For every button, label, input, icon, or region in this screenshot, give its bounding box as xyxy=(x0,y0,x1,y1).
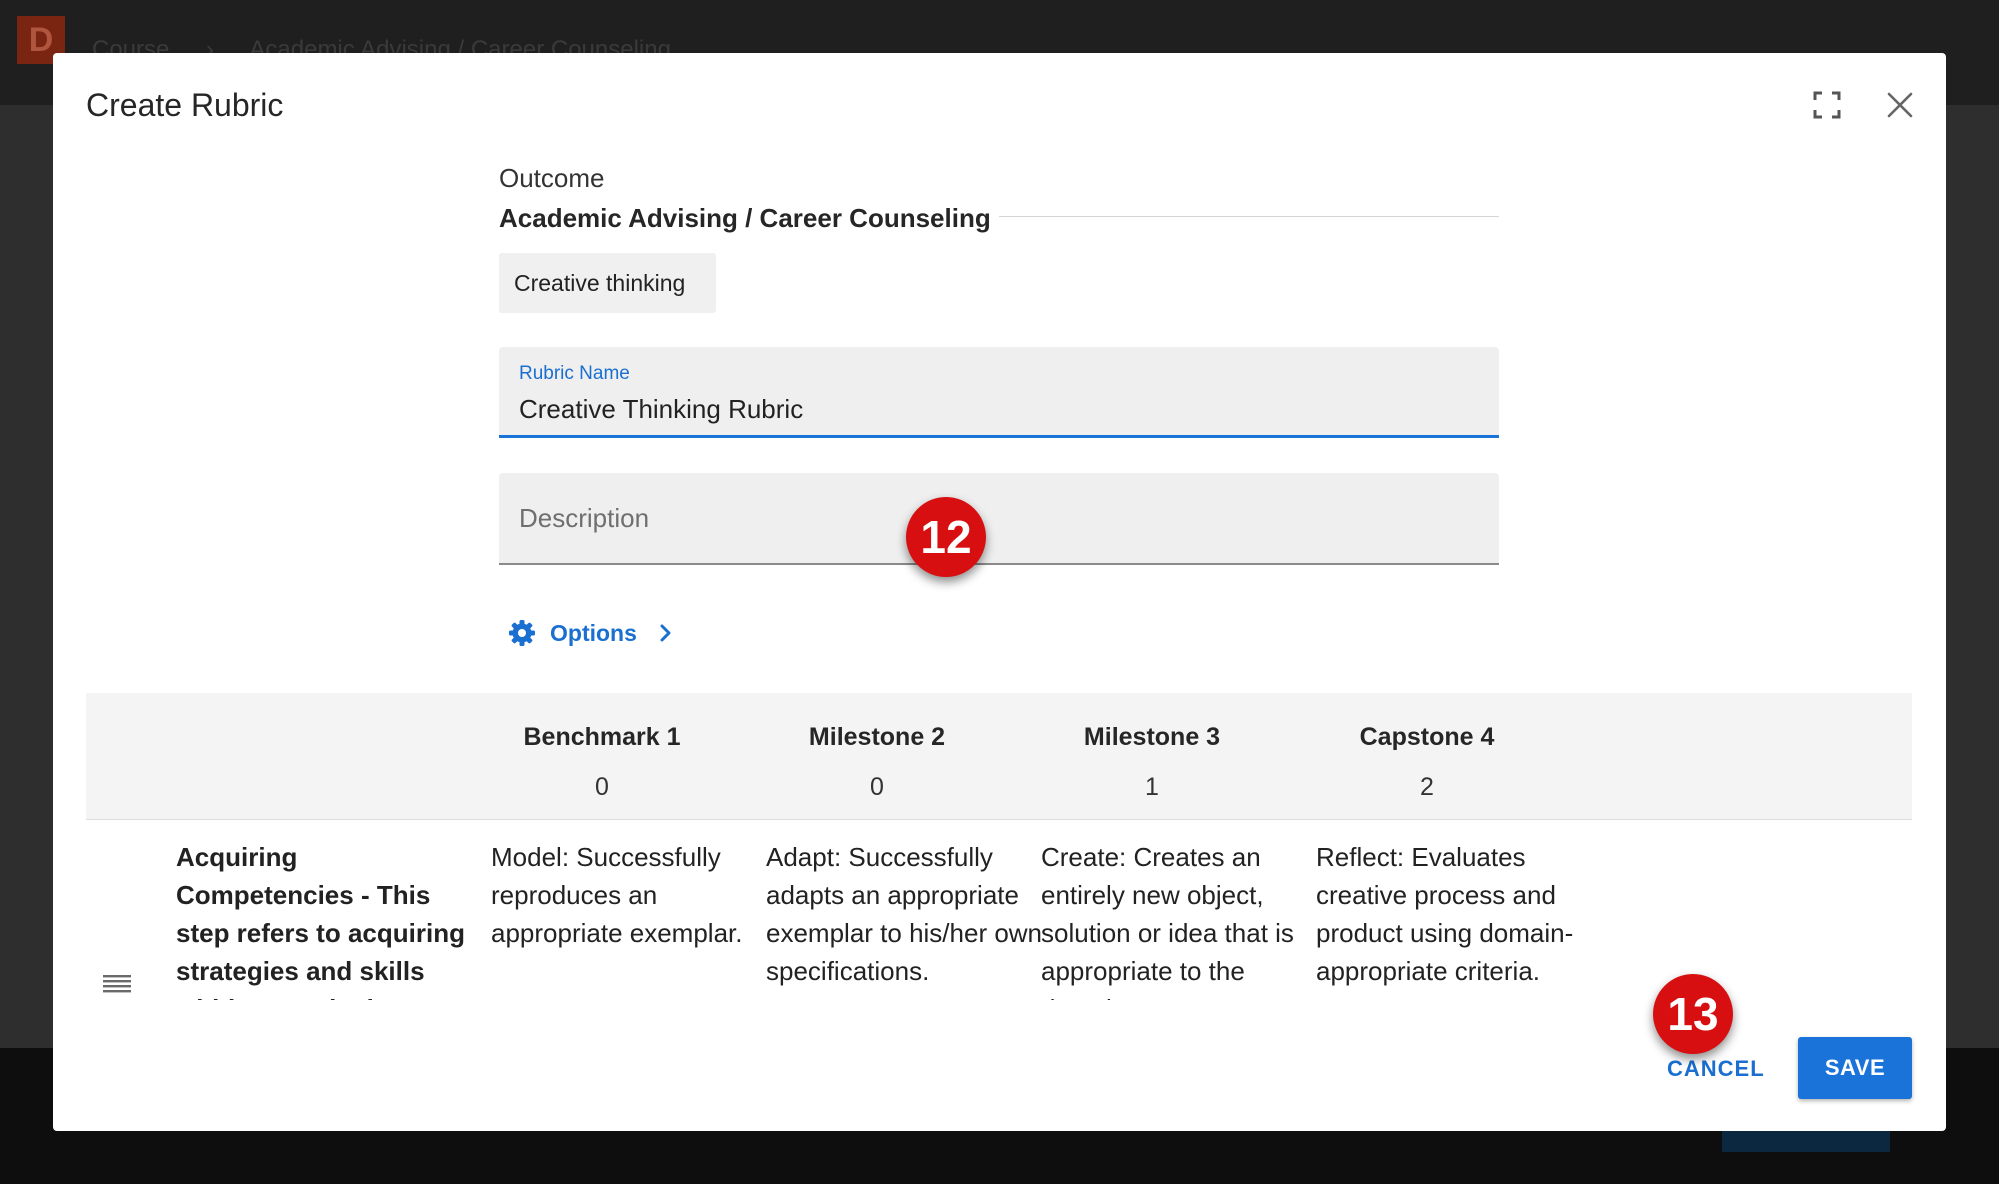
column-name[interactable]: Milestone 3 xyxy=(1002,723,1302,752)
description-input[interactable]: Description xyxy=(519,503,649,534)
column-points[interactable]: 1 xyxy=(1002,773,1302,802)
column-name[interactable]: Capstone 4 xyxy=(1277,723,1577,752)
create-rubric-dialog: Create Rubric Outcome Academic Advising … xyxy=(53,53,1946,1131)
rubric-name-label: Rubric Name xyxy=(519,363,630,384)
save-button[interactable]: SAVE xyxy=(1798,1037,1912,1099)
column-points[interactable]: 0 xyxy=(727,773,1027,802)
rubric-table-header: Benchmark 1 0 Milestone 2 0 Milestone 3 … xyxy=(86,693,1912,820)
level-cell[interactable]: Reflect: Evaluates creative process and … xyxy=(1316,838,1616,990)
close-icon[interactable] xyxy=(1886,91,1914,119)
level-cell[interactable]: Model: Successfully reproduces an approp… xyxy=(491,838,791,952)
chevron-right-icon xyxy=(660,624,671,642)
description-field[interactable]: Description xyxy=(499,473,1499,565)
level-cell[interactable]: Create: Creates an entirely new object, … xyxy=(1041,838,1341,1000)
rubric-name-input[interactable]: Creative Thinking Rubric xyxy=(519,394,803,425)
column-points[interactable]: 2 xyxy=(1277,773,1577,802)
outcome-divider xyxy=(999,216,1499,217)
column-name[interactable]: Milestone 2 xyxy=(727,723,1027,752)
options-label: Options xyxy=(550,619,637,646)
step-marker-12: 12 xyxy=(906,497,986,577)
drag-handle-icon[interactable] xyxy=(103,975,131,993)
level-cell[interactable]: Adapt: Successfully adapts an appropriat… xyxy=(766,838,1066,990)
column-name[interactable]: Benchmark 1 xyxy=(452,723,752,752)
options-toggle[interactable]: Options xyxy=(508,613,673,653)
table-row: Acquiring Competencies - This step refer… xyxy=(86,820,1912,1000)
cancel-button[interactable]: CANCEL xyxy=(1667,1056,1765,1082)
gear-icon xyxy=(509,620,535,646)
outcome-name: Academic Advising / Career Counseling xyxy=(499,203,991,233)
outcome-label: Outcome xyxy=(499,163,605,193)
outcome-chip: Creative thinking xyxy=(499,253,716,313)
criterion-description[interactable]: Acquiring Competencies - This step refer… xyxy=(176,838,476,1000)
dialog-title: Create Rubric xyxy=(86,87,284,123)
column-points[interactable]: 0 xyxy=(452,773,752,802)
rubric-name-field[interactable]: Rubric Name Creative Thinking Rubric xyxy=(499,347,1499,438)
step-marker-13: 13 xyxy=(1653,974,1733,1054)
fullscreen-icon[interactable] xyxy=(1813,91,1841,119)
